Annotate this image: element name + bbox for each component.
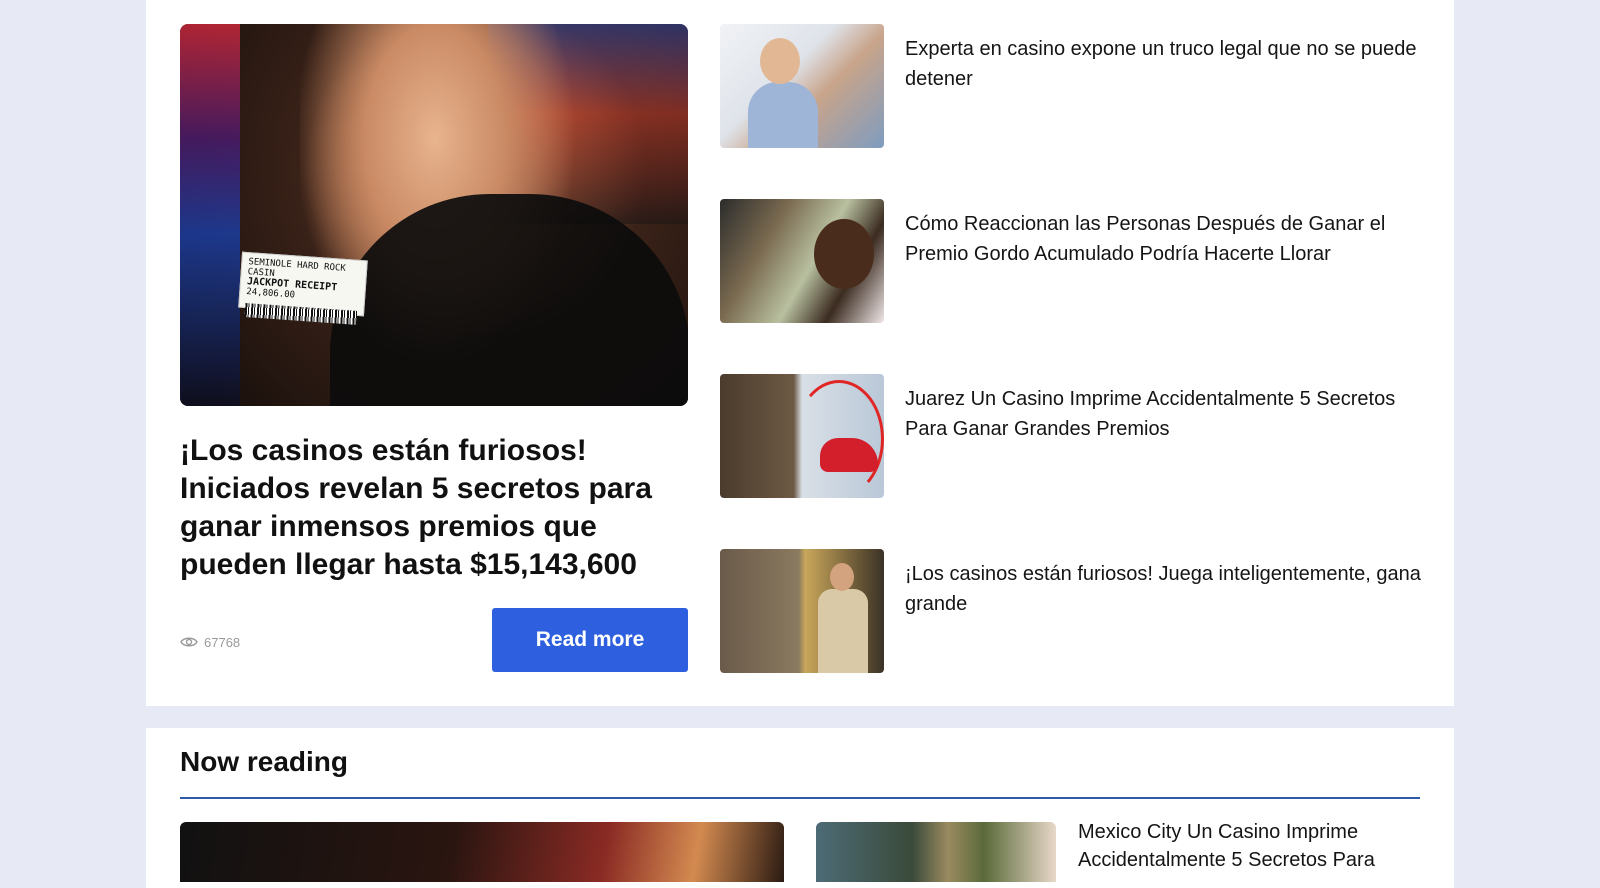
side-article[interactable]: Experta en casino expone un truco legal … <box>720 24 1420 148</box>
now-reading-main-image[interactable] <box>180 822 784 882</box>
slot-machine-decor <box>180 24 240 406</box>
jackpot-ticket: SEMINOLE HARD ROCK CASIN JACKPOT RECEIPT… <box>238 251 368 325</box>
man-with-cash-icon[interactable] <box>720 199 884 323</box>
side-article[interactable]: Cómo Reaccionan las Personas Después de … <box>720 199 1420 323</box>
side-article-title[interactable]: ¡Los casinos están furiosos! Juega intel… <box>905 559 1425 619</box>
now-reading-heading: Now reading <box>180 746 349 777</box>
man-and-red-car-icon[interactable] <box>720 374 884 498</box>
woman-on-phone-icon[interactable] <box>720 24 884 148</box>
side-article[interactable]: Juarez Un Casino Imprime Accidentalmente… <box>720 374 1420 498</box>
featured-article-title[interactable]: ¡Los casinos están furiosos! Iniciados r… <box>180 432 692 584</box>
featured-article-image[interactable]: SEMINOLE HARD ROCK CASIN JACKPOT RECEIPT… <box>180 24 688 406</box>
section-divider <box>180 797 1420 799</box>
side-article-title[interactable]: Cómo Reaccionan las Personas Después de … <box>905 209 1425 269</box>
homeless-to-rich-icon[interactable] <box>720 549 884 673</box>
side-article-title[interactable]: Juarez Un Casino Imprime Accidentalmente… <box>905 384 1425 444</box>
read-more-button[interactable]: Read more <box>492 608 688 672</box>
side-article[interactable]: ¡Los casinos están furiosos! Juega intel… <box>720 549 1421 673</box>
view-count-value: 67768 <box>204 634 241 650</box>
eye-icon <box>180 636 198 648</box>
now-reading-thumb-image[interactable] <box>816 822 1056 882</box>
now-reading-article-title[interactable]: Mexico City Un Casino Imprime Accidental… <box>1078 818 1438 874</box>
side-article-title[interactable]: Experta en casino expone un truco legal … <box>905 34 1425 94</box>
view-count: 67768 <box>180 632 240 652</box>
